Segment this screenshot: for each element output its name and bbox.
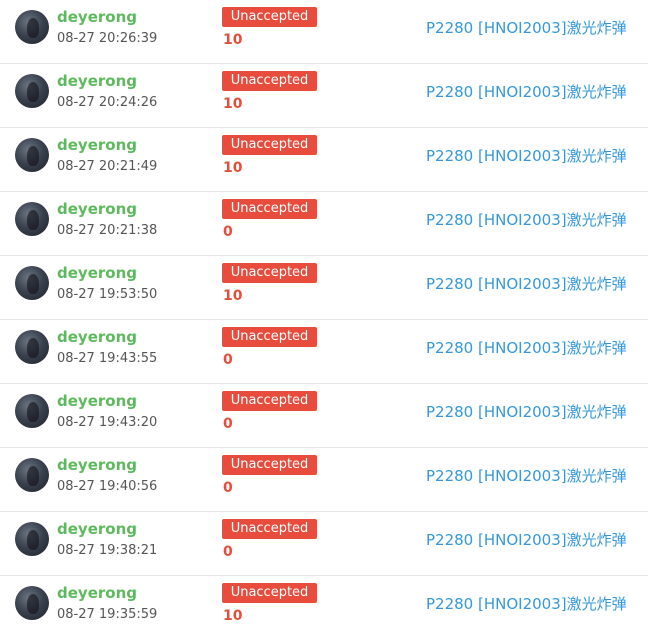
score: 10 bbox=[223, 160, 243, 176]
score: 10 bbox=[223, 32, 243, 48]
list-item: deyerong 08-27 19:35:59 Unaccepted 10 P2… bbox=[0, 576, 648, 631]
avatar[interactable] bbox=[15, 394, 49, 428]
problem-link[interactable]: P2280 [HNOI2003]激光炸弹 bbox=[426, 82, 627, 102]
submit-time: 08-27 20:26:39 bbox=[57, 31, 158, 46]
username-link[interactable]: deyerong bbox=[57, 519, 137, 539]
list-item: deyerong 08-27 20:21:49 Unaccepted 10 P2… bbox=[0, 128, 648, 192]
problem-link[interactable]: P2280 [HNOI2003]激光炸弹 bbox=[426, 338, 627, 358]
avatar[interactable] bbox=[15, 522, 49, 556]
submit-time: 08-27 20:24:26 bbox=[57, 95, 158, 110]
avatar[interactable] bbox=[15, 10, 49, 44]
username-link[interactable]: deyerong bbox=[57, 455, 137, 475]
list-item: deyerong 08-27 19:43:55 Unaccepted 0 P22… bbox=[0, 320, 648, 384]
list-item: deyerong 08-27 20:26:39 Unaccepted 10 P2… bbox=[0, 0, 648, 64]
avatar[interactable] bbox=[15, 586, 49, 620]
submit-time: 08-27 19:35:59 bbox=[57, 607, 158, 622]
submit-time: 08-27 19:53:50 bbox=[57, 287, 158, 302]
submit-time: 08-27 19:40:56 bbox=[57, 479, 158, 494]
submit-time: 08-27 19:43:55 bbox=[57, 351, 158, 366]
status-badge[interactable]: Unaccepted bbox=[222, 135, 317, 155]
status-badge[interactable]: Unaccepted bbox=[222, 583, 317, 603]
list-item: deyerong 08-27 19:40:56 Unaccepted 0 P22… bbox=[0, 448, 648, 512]
status-badge[interactable]: Unaccepted bbox=[222, 327, 317, 347]
submit-time: 08-27 19:43:20 bbox=[57, 415, 158, 430]
list-item: deyerong 08-27 19:38:21 Unaccepted 0 P22… bbox=[0, 512, 648, 576]
username-link[interactable]: deyerong bbox=[57, 135, 137, 155]
score: 0 bbox=[223, 224, 233, 240]
status-badge[interactable]: Unaccepted bbox=[222, 199, 317, 219]
submit-time: 08-27 19:38:21 bbox=[57, 543, 158, 558]
status-badge[interactable]: Unaccepted bbox=[222, 263, 317, 283]
score: 0 bbox=[223, 544, 233, 560]
score: 0 bbox=[223, 480, 233, 496]
avatar[interactable] bbox=[15, 138, 49, 172]
submit-time: 08-27 20:21:49 bbox=[57, 159, 158, 174]
problem-link[interactable]: P2280 [HNOI2003]激光炸弹 bbox=[426, 530, 627, 550]
submit-time: 08-27 20:21:38 bbox=[57, 223, 158, 238]
problem-link[interactable]: P2280 [HNOI2003]激光炸弹 bbox=[426, 594, 627, 614]
list-item: deyerong 08-27 20:21:38 Unaccepted 0 P22… bbox=[0, 192, 648, 256]
status-badge[interactable]: Unaccepted bbox=[222, 71, 317, 91]
problem-link[interactable]: P2280 [HNOI2003]激光炸弹 bbox=[426, 466, 627, 486]
score: 0 bbox=[223, 416, 233, 432]
problem-link[interactable]: P2280 [HNOI2003]激光炸弹 bbox=[426, 210, 627, 230]
score: 10 bbox=[223, 96, 243, 112]
status-badge[interactable]: Unaccepted bbox=[222, 391, 317, 411]
status-badge[interactable]: Unaccepted bbox=[222, 7, 317, 27]
username-link[interactable]: deyerong bbox=[57, 327, 137, 347]
avatar[interactable] bbox=[15, 266, 49, 300]
score: 10 bbox=[223, 608, 243, 624]
list-item: deyerong 08-27 19:43:20 Unaccepted 0 P22… bbox=[0, 384, 648, 448]
submission-list: deyerong 08-27 20:26:39 Unaccepted 10 P2… bbox=[0, 0, 650, 631]
username-link[interactable]: deyerong bbox=[57, 71, 137, 91]
score: 10 bbox=[223, 288, 243, 304]
problem-link[interactable]: P2280 [HNOI2003]激光炸弹 bbox=[426, 146, 627, 166]
username-link[interactable]: deyerong bbox=[57, 7, 137, 27]
avatar[interactable] bbox=[15, 74, 49, 108]
avatar[interactable] bbox=[15, 202, 49, 236]
status-badge[interactable]: Unaccepted bbox=[222, 519, 317, 539]
problem-link[interactable]: P2280 [HNOI2003]激光炸弹 bbox=[426, 274, 627, 294]
list-item: deyerong 08-27 20:24:26 Unaccepted 10 P2… bbox=[0, 64, 648, 128]
username-link[interactable]: deyerong bbox=[57, 263, 137, 283]
username-link[interactable]: deyerong bbox=[57, 391, 137, 411]
status-badge[interactable]: Unaccepted bbox=[222, 455, 317, 475]
score: 0 bbox=[223, 352, 233, 368]
username-link[interactable]: deyerong bbox=[57, 199, 137, 219]
username-link[interactable]: deyerong bbox=[57, 583, 137, 603]
list-item: deyerong 08-27 19:53:50 Unaccepted 10 P2… bbox=[0, 256, 648, 320]
avatar[interactable] bbox=[15, 458, 49, 492]
problem-link[interactable]: P2280 [HNOI2003]激光炸弹 bbox=[426, 18, 627, 38]
problem-link[interactable]: P2280 [HNOI2003]激光炸弹 bbox=[426, 402, 627, 422]
avatar[interactable] bbox=[15, 330, 49, 364]
